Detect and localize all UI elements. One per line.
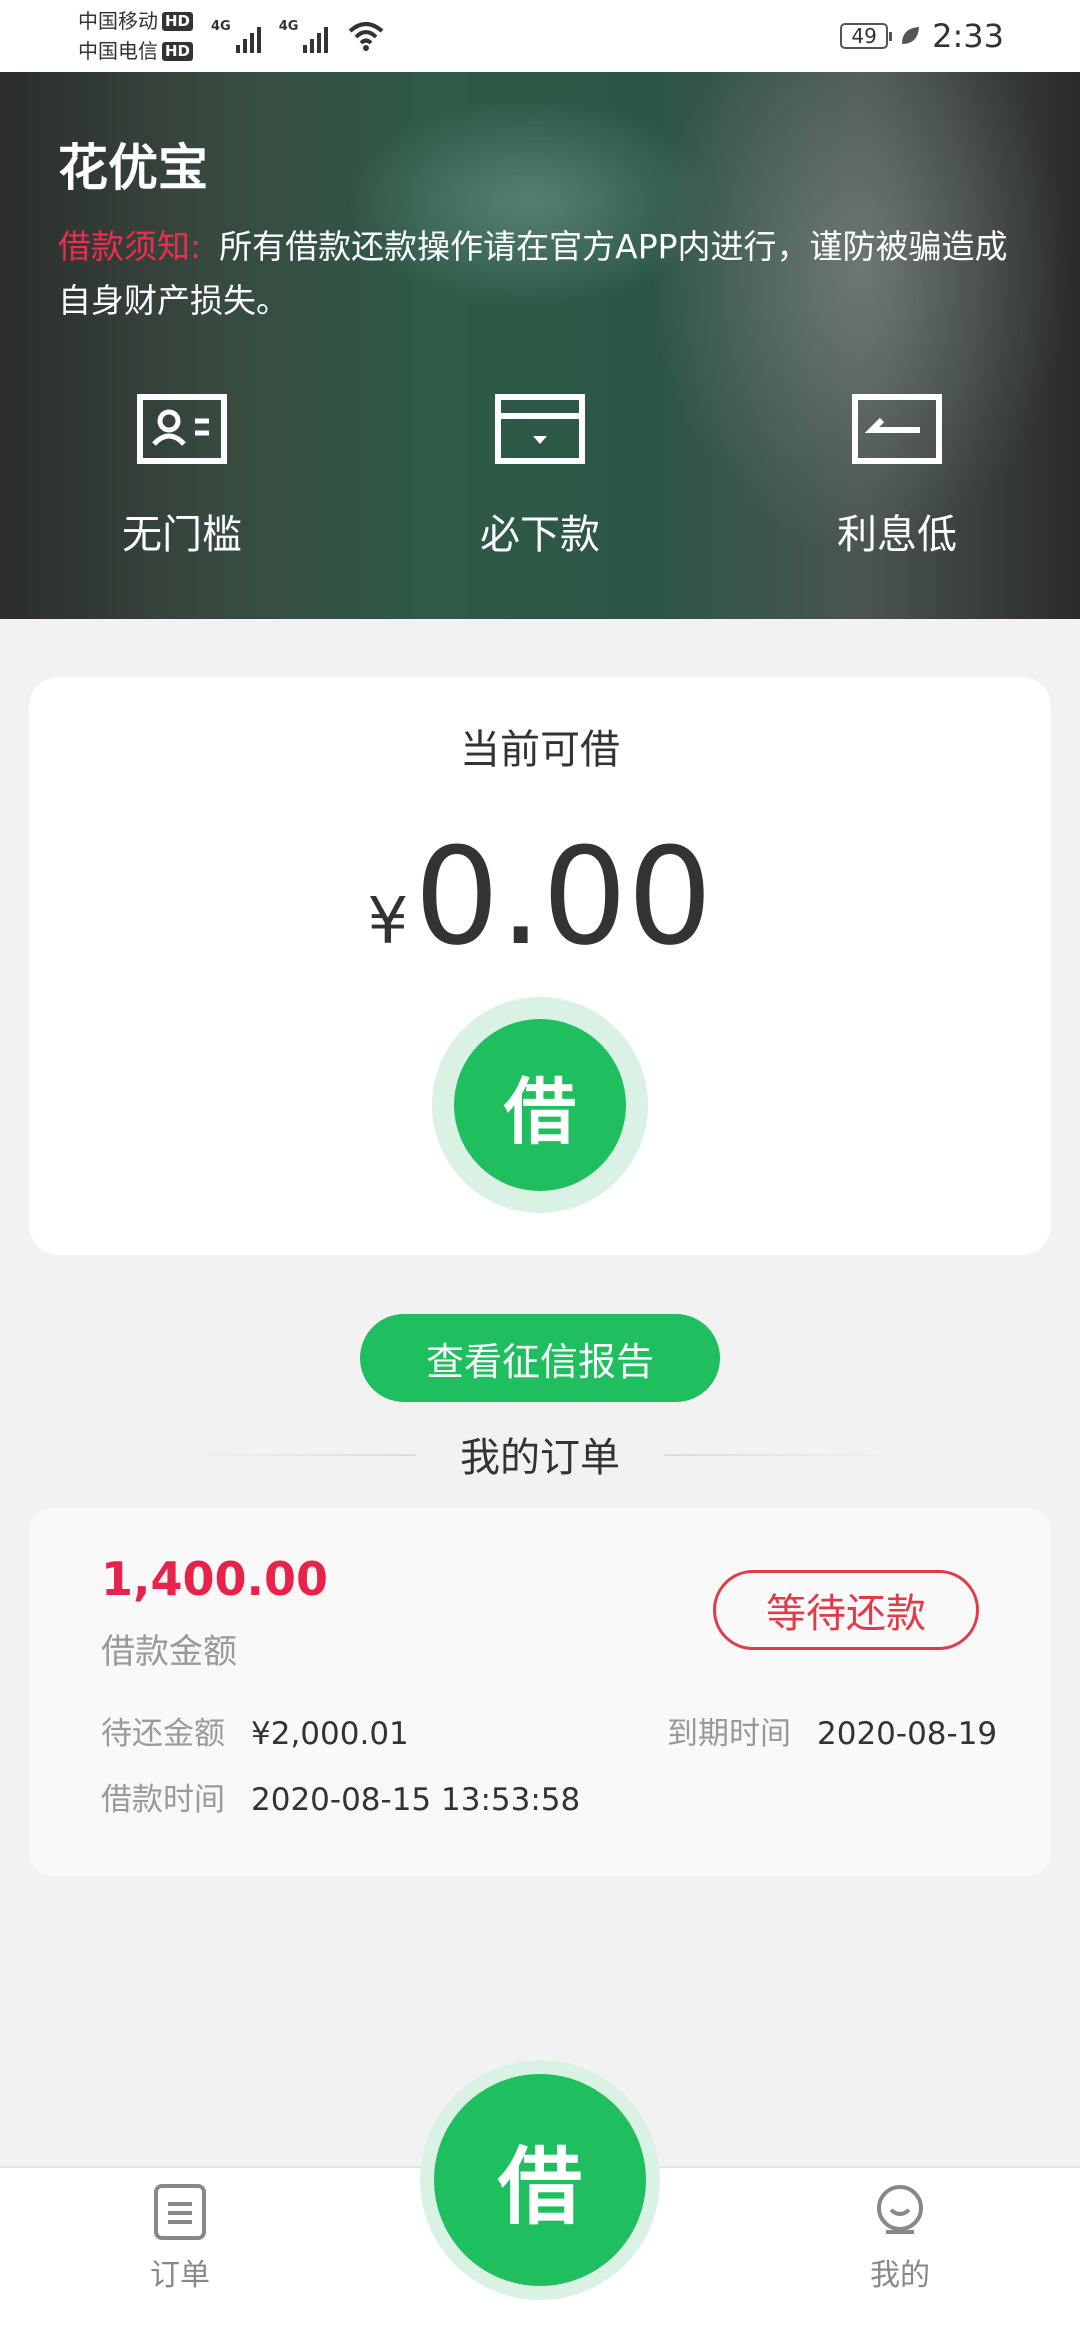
feature-low-interest: 利息低	[777, 394, 1017, 560]
hd-badge: HD	[162, 41, 194, 61]
amount-value: 0.00	[414, 819, 713, 975]
feature-label: 利息低	[837, 512, 957, 558]
nav-borrow-label: 借	[434, 2074, 646, 2286]
signal-bar	[317, 33, 322, 53]
available-label: 当前可借	[460, 727, 620, 773]
loan-time-value: 2020-08-15 13:53:58	[251, 1782, 581, 1818]
nav-label: 我的	[870, 2258, 930, 2293]
wifi-icon	[349, 22, 384, 51]
app-title: 花优宝	[58, 139, 208, 197]
wallet-icon	[495, 394, 585, 464]
carrier-row-1: 中国移动 HD	[78, 6, 194, 36]
id-card-icon	[137, 394, 227, 464]
available-amount: ¥ 0.00	[29, 827, 1051, 967]
my-orders-title: 我的订单	[460, 1435, 620, 1481]
available-loan-card: 当前可借 ¥ 0.00 借	[29, 677, 1051, 1255]
signal-bar	[235, 45, 240, 53]
document-icon	[154, 2184, 206, 2240]
currency-symbol: ¥	[367, 885, 409, 959]
carrier-name: 中国移动	[78, 9, 158, 33]
pending-amount-value: ¥2,000.01	[251, 1716, 409, 1752]
network-type: 4G	[211, 19, 231, 34]
battery-level: 49	[851, 24, 877, 48]
nav-orders[interactable]: 订单	[100, 2182, 260, 2294]
battery-icon: 49	[840, 23, 893, 49]
due-date-row: 到期时间 2020-08-19	[667, 1708, 997, 1753]
due-date-value: 2020-08-19	[817, 1716, 998, 1752]
clock: 2:33	[932, 17, 1004, 55]
signal-bar	[310, 39, 315, 53]
pending-amount-row: 待还金额 ¥2,000.01	[101, 1708, 409, 1753]
feature-label: 必下款	[480, 512, 600, 558]
loan-notice: 借款须知: 所有借款还款操作请在官方APP内进行，谨防被骗造成自身财产损失。	[58, 220, 1038, 328]
carrier-name: 中国电信	[78, 39, 158, 63]
status-bar-left: 中国移动 HD 中国电信 HD 4G 4G	[78, 6, 386, 66]
signal-bar	[256, 27, 261, 53]
pending-amount-label: 待还金额	[101, 1716, 225, 1752]
signal-bar	[242, 39, 247, 53]
carrier-row-2: 中国电信 HD	[78, 36, 194, 66]
signal-bar	[303, 45, 308, 53]
status-bar: 中国移动 HD 中国电信 HD 4G 4G 49 2:33	[0, 0, 1080, 72]
feature-no-threshold: 无门槛	[62, 394, 302, 560]
nav-label: 订单	[150, 2258, 210, 2293]
nav-mine[interactable]: 我的	[820, 2182, 980, 2294]
status-badge[interactable]: 等待还款	[713, 1570, 979, 1650]
status-bar-right: 49 2:33	[840, 17, 1004, 55]
due-date-label: 到期时间	[667, 1716, 791, 1752]
network-type: 4G	[278, 19, 299, 34]
feature-guaranteed: 必下款	[420, 394, 660, 560]
hd-badge: HD	[162, 11, 194, 31]
signal-bar	[324, 27, 329, 53]
order-amount: 1,400.00	[101, 1552, 328, 1606]
loan-time-label: 借款时间	[101, 1782, 225, 1818]
hero-banner: 花优宝 借款须知: 所有借款还款操作请在官方APP内进行，谨防被骗造成自身财产损失…	[0, 72, 1080, 619]
return-icon	[852, 394, 942, 464]
signal-bar	[249, 33, 254, 53]
signal-icon: 4G	[279, 19, 329, 53]
feature-label: 无门槛	[122, 512, 242, 558]
leaf-icon	[902, 27, 920, 44]
signal-icon: 4G	[211, 19, 261, 53]
carrier-info: 中国移动 HD 中国电信 HD	[78, 6, 194, 66]
loan-time-row: 借款时间 2020-08-15 13:53:58	[101, 1774, 580, 1819]
order-card[interactable]: 1,400.00 借款金额 等待还款 待还金额 ¥2,000.01 到期时间 202…	[29, 1508, 1051, 1876]
view-credit-report-button[interactable]: 查看征信报告	[360, 1314, 720, 1402]
notice-label: 借款须知:	[58, 227, 202, 266]
nav-borrow-button[interactable]: 借	[420, 2060, 660, 2300]
user-icon	[877, 2185, 923, 2234]
order-amount-label: 借款金额	[101, 1632, 237, 1672]
borrow-button-label: 借	[454, 1019, 626, 1191]
borrow-button[interactable]: 借	[432, 997, 648, 1213]
divider	[664, 1454, 902, 1456]
